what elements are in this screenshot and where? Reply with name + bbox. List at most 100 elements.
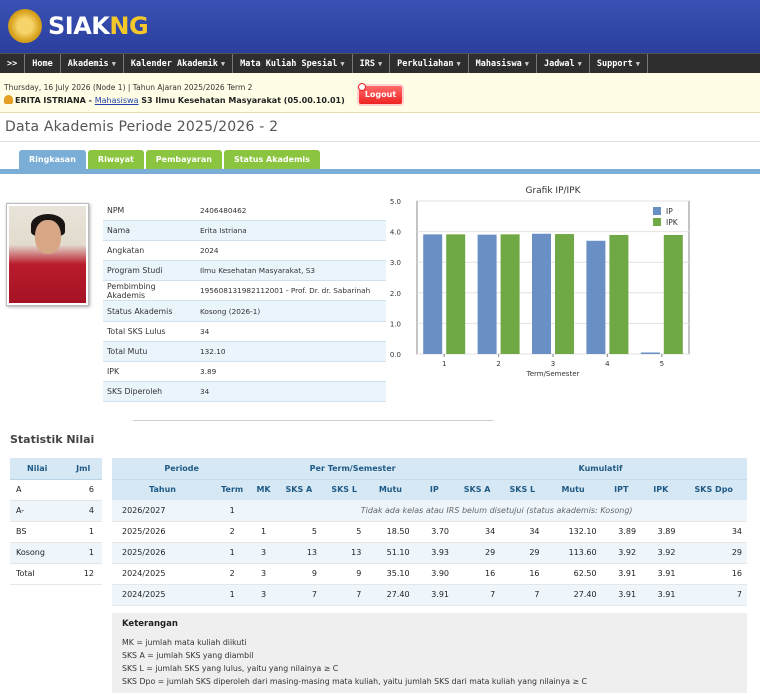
user-icon <box>4 95 13 104</box>
column-header: IPK <box>641 479 681 500</box>
table-row: BS 1 <box>10 521 102 543</box>
keterangan-title: Keterangan <box>122 619 178 629</box>
profile-row-program-studi: Program Studi Ilmu Kesehatan Masyarakat, … <box>103 261 386 282</box>
y-tick-label: 4.0 <box>390 229 401 237</box>
keterangan-box: Keterangan MK = jumlah mata kuliah diiku… <box>112 613 747 693</box>
nilai-table: Nilai Jml A6 A- 4 BS 1 Kosong 1 Total 12 <box>10 458 102 585</box>
column-header: IPT <box>601 479 642 500</box>
user-info: ERITA ISTRIANA - Mahasiswa S3 Ilmu Keseh… <box>4 95 345 105</box>
bar-ip-2 <box>477 234 497 354</box>
keterangan-line: MK = jumlah mata kuliah diikuti <box>122 638 247 647</box>
app-header: SIAKNG <box>0 0 760 53</box>
chevron-down-icon: ▼ <box>111 59 116 68</box>
nav-mahasiswa[interactable]: Mahasiswa ▼ <box>469 53 537 74</box>
nav-akademis[interactable]: Akademis ▼ <box>61 53 124 74</box>
column-header: SKS Dpo <box>680 479 747 500</box>
column-header: SKS L <box>500 479 545 500</box>
bar-ipk-2 <box>500 234 520 354</box>
profile-row-nama: Nama Erita Istriana <box>103 221 386 242</box>
bar-ipk-5 <box>663 234 683 354</box>
tab-pembayaran[interactable]: Pembayaran <box>145 150 222 169</box>
statistik-title: Statistik Nilai <box>10 433 95 446</box>
table-row: 2024/2025 2 3 9 9 35.10 3.90 16 16 62.50 3.91 3.91 1… <box>112 563 747 585</box>
program-name: S3 Ilmu Kesehatan Masyarakat (05.00.10.0… <box>138 96 345 105</box>
table-row: 2025/2026 2 1 5 5 18.50 3.70 34 34 132.10 3.89 3.89… <box>112 521 747 543</box>
column-header: SKS A <box>454 479 501 500</box>
column-header: Tahun <box>112 479 214 500</box>
legend-label-ip: IP <box>666 207 673 216</box>
profile-row-total-sks-lulus: Total SKS Lulus 34 <box>103 322 386 342</box>
nav-jadwal[interactable]: Jadwal ▼ <box>537 53 590 74</box>
chevron-down-icon: ▼ <box>577 59 582 68</box>
nav-toggle[interactable]: >> <box>0 53 26 74</box>
app-logo-text: SIAKNG <box>48 12 149 40</box>
chevron-down-icon: ▼ <box>220 59 226 68</box>
nav-mata-kuliah-spesial[interactable]: Mata Kuliah Spesial ▼ <box>233 53 353 74</box>
y-tick-label: 2.0 <box>390 290 401 298</box>
bar-ip-5 <box>640 352 660 354</box>
profile-row-total-mutu: Total Mutu 132.10 <box>103 341 386 362</box>
group-header-periode: Periode <box>112 458 252 480</box>
column-header: Jml <box>64 458 102 480</box>
table-row: 2025/2026 1 3 13 13 51.10 3.93 29 29 113.60 3.92 3.… <box>112 542 747 564</box>
column-header: Mutu <box>366 479 415 500</box>
profile-row-npm: NPM 2406480462 <box>103 201 386 222</box>
bar-ip-4 <box>586 240 606 354</box>
x-tick-label: 1 <box>442 360 446 368</box>
bar-ipk-3 <box>555 234 574 354</box>
periode-table: Periode Per Term/Semester Kumulatif Tahu… <box>112 458 747 606</box>
divider <box>133 420 493 421</box>
nav-home[interactable]: Home <box>25 53 61 74</box>
chevron-down-icon: ▼ <box>635 59 640 68</box>
tab-bar: Ringkasan Riwayat Pembayaran Status Akad… <box>19 150 322 169</box>
profile-row-angkatan: Angkatan 2024 <box>103 241 386 262</box>
profile-row-sks-diperoleh: SKS Diperoleh 34 <box>103 381 386 402</box>
divider <box>0 141 760 142</box>
tab-riwayat[interactable]: Riwayat <box>87 150 144 169</box>
tab-underline <box>0 169 760 174</box>
table-row: 2024/2025 1 3 7 7 27.40 3.91 7 7 27.40 3.91 3.91 7 <box>112 584 747 606</box>
chevron-down-icon: ▼ <box>456 59 461 68</box>
group-header-kumulatif: Kumulatif <box>454 458 747 480</box>
main-nav: >> Home Akademis ▼ Kalender Akademik ▼ Mat… <box>0 53 760 74</box>
x-tick-label: 4 <box>605 360 610 368</box>
column-header: Nilai <box>10 458 65 480</box>
ip-ipk-chart: Grafik IP/IPK 0.0 1.0 2.0 3.0 4.0 5.0 1 2 3 4 5 Term… <box>388 182 700 382</box>
nav-perkuliahan[interactable]: Perkuliahan ▼ <box>390 53 469 74</box>
bar-ipk-4 <box>609 234 629 354</box>
nav-irs[interactable]: IRS ▼ <box>353 53 391 74</box>
y-tick-label: 3.0 <box>390 259 401 267</box>
profile-row-status: Status Akademis Kosong (2026-1) <box>103 301 386 322</box>
chevron-down-icon: ▼ <box>340 59 345 68</box>
column-header: SKS L <box>322 479 367 500</box>
bar-ipk-1 <box>446 234 466 354</box>
power-icon <box>358 83 366 91</box>
x-tick-label: 2 <box>496 360 500 368</box>
legend-swatch-ip <box>653 207 661 215</box>
keterangan-line: SKS A = jumlah SKS yang diambil <box>122 651 254 660</box>
profile-row-pembimbing: Pembimbing Akademis 195608131982112001 - … <box>103 281 386 302</box>
column-header: Mutu <box>544 479 602 500</box>
column-header: SKS A <box>275 479 322 500</box>
y-tick-label: 0.0 <box>390 351 401 359</box>
profile-table: NPM 2406480462 Nama Erita Istriana Angkata… <box>103 201 386 402</box>
role-link[interactable]: Mahasiswa <box>95 96 139 105</box>
x-tick-label: 3 <box>551 360 555 368</box>
column-header: Term <box>213 479 252 500</box>
profile-row-ipk: IPK 3.89 <box>103 362 386 382</box>
table-row: Total 12 <box>10 563 102 585</box>
chevron-down-icon: ▼ <box>524 59 529 68</box>
page-title: Data Akademis Periode 2025/2026 - 2 <box>5 119 279 135</box>
nav-support[interactable]: Support ▼ <box>590 53 648 74</box>
chart-title: Grafik IP/IPK <box>525 186 581 196</box>
university-logo <box>8 9 42 43</box>
table-row: Kosong 1 <box>10 542 102 564</box>
chevron-down-icon: ▼ <box>377 59 383 68</box>
nav-kalender-akademik[interactable]: Kalender Akademik ▼ <box>124 53 234 74</box>
tab-status-akademis[interactable]: Status Akademis <box>223 150 320 169</box>
bar-ip-1 <box>423 234 443 354</box>
group-header-per-term: Per Term/Semester <box>251 458 455 480</box>
session-date: Thursday, 16 July 2026 (Node 1) | Tahun … <box>4 83 253 92</box>
y-tick-label: 1.0 <box>390 320 401 328</box>
tab-ringkasan[interactable]: Ringkasan <box>19 150 86 169</box>
